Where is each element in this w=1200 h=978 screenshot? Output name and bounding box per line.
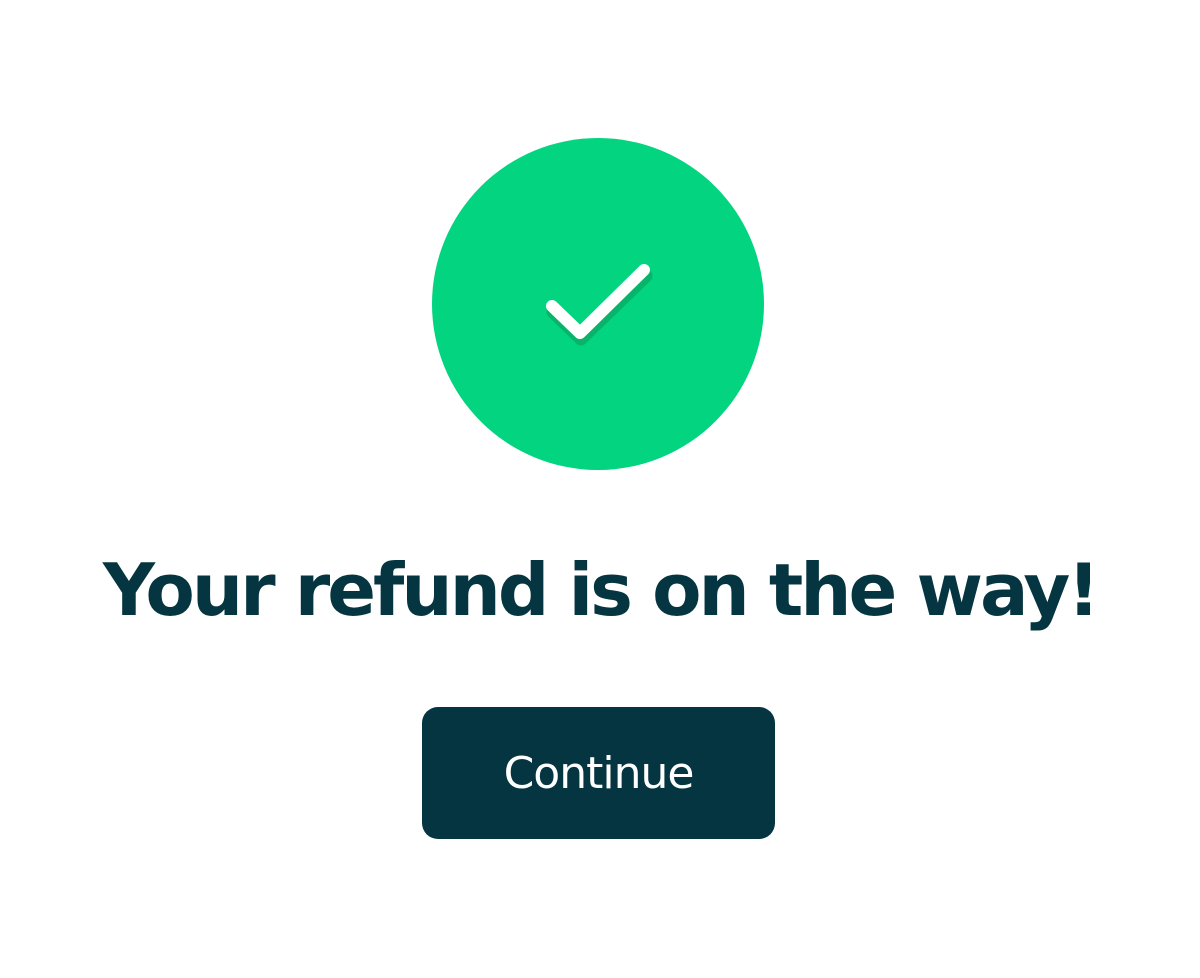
checkmark-icon <box>546 264 653 346</box>
continue-button[interactable]: Continue <box>422 707 775 839</box>
page-title: Your refund is on the way! <box>102 548 1100 632</box>
success-circle <box>432 138 764 470</box>
